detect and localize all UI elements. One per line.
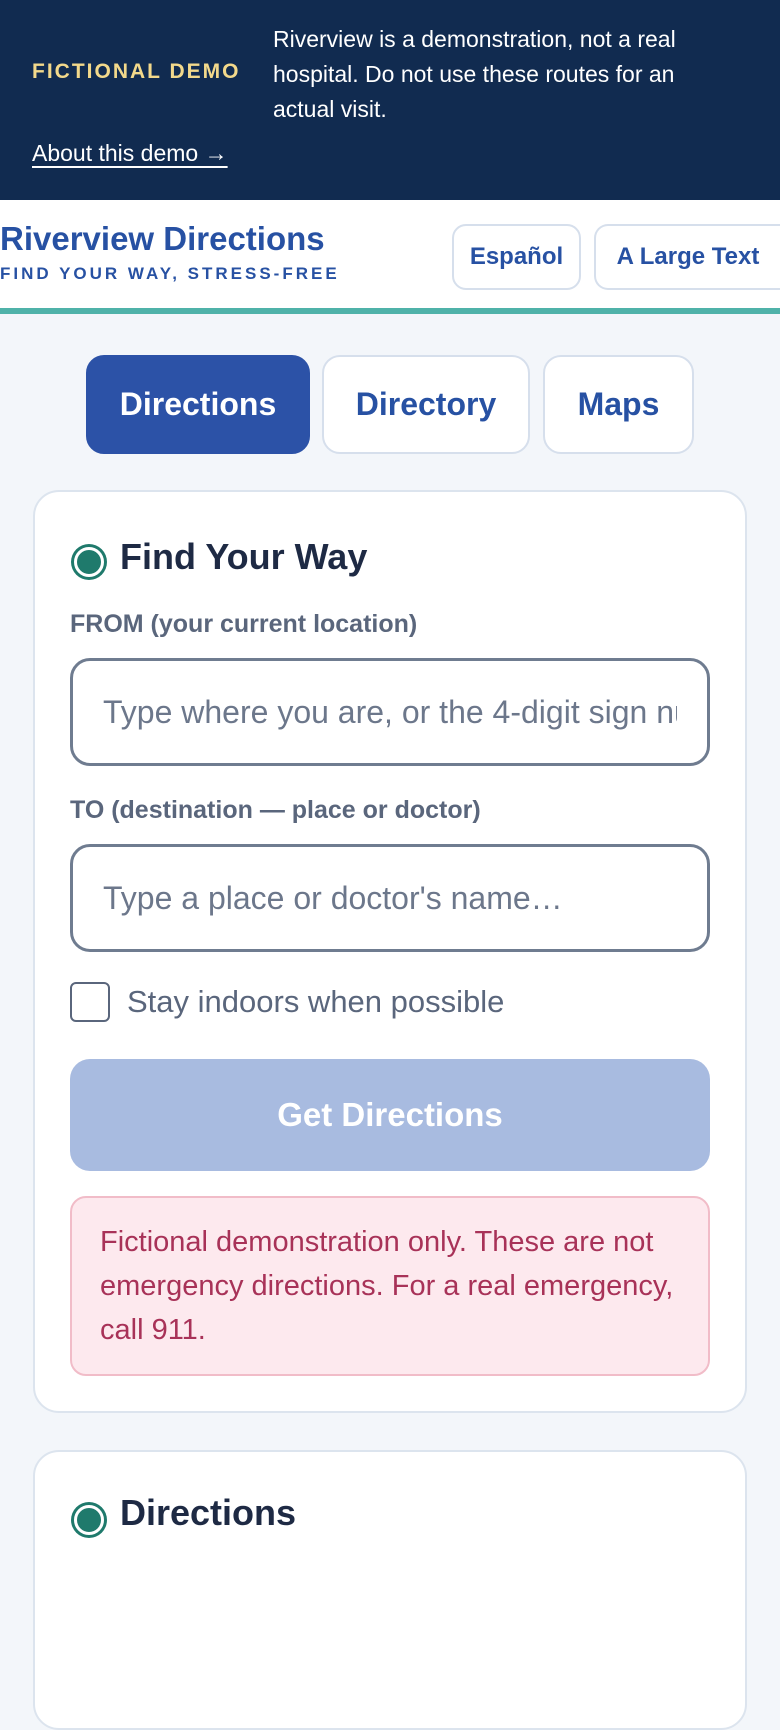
about-demo-link[interactable]: About this demo → xyxy=(32,140,228,167)
find-your-way-title: Find Your Way xyxy=(120,536,368,577)
demo-tag: FICTIONAL DEMO xyxy=(32,60,241,83)
demo-banner: FICTIONAL DEMO Riverview is a demonstrat… xyxy=(0,0,780,200)
main-tabs: Directions Directory Maps xyxy=(0,355,780,455)
large-text-button[interactable]: A Large Text xyxy=(594,224,780,290)
section-dot-icon xyxy=(74,1505,104,1535)
tab-directory[interactable]: Directory xyxy=(322,355,530,454)
from-input[interactable] xyxy=(70,658,710,766)
directions-title: Directions xyxy=(120,1492,297,1533)
tab-maps[interactable]: Maps xyxy=(543,355,694,454)
site-header: Riverview Directions FIND YOUR WAY, STRE… xyxy=(0,200,780,314)
stay-indoors-label: Stay indoors when possible xyxy=(127,984,505,1019)
language-toggle-button[interactable]: Español xyxy=(452,224,581,290)
emergency-disclaimer: Fictional demonstration only. These are … xyxy=(70,1196,710,1376)
find-your-way-card: Find Your Way FROM (your current locatio… xyxy=(33,490,747,1413)
to-input[interactable] xyxy=(70,844,710,952)
site-tagline: FIND YOUR WAY, STRESS-FREE xyxy=(0,264,340,283)
demo-notice: Riverview is a demonstration, not a real… xyxy=(273,26,676,122)
site-title: Riverview Directions xyxy=(0,220,325,257)
from-label: FROM (your current location) xyxy=(70,610,418,638)
section-dot-icon xyxy=(74,547,104,577)
get-directions-button[interactable]: Get Directions xyxy=(70,1059,710,1171)
directions-card: Directions xyxy=(33,1450,747,1730)
to-label: TO (destination — place or doctor) xyxy=(70,796,481,824)
stay-indoors-checkbox[interactable] xyxy=(70,982,110,1022)
tab-directions[interactable]: Directions xyxy=(86,355,310,454)
